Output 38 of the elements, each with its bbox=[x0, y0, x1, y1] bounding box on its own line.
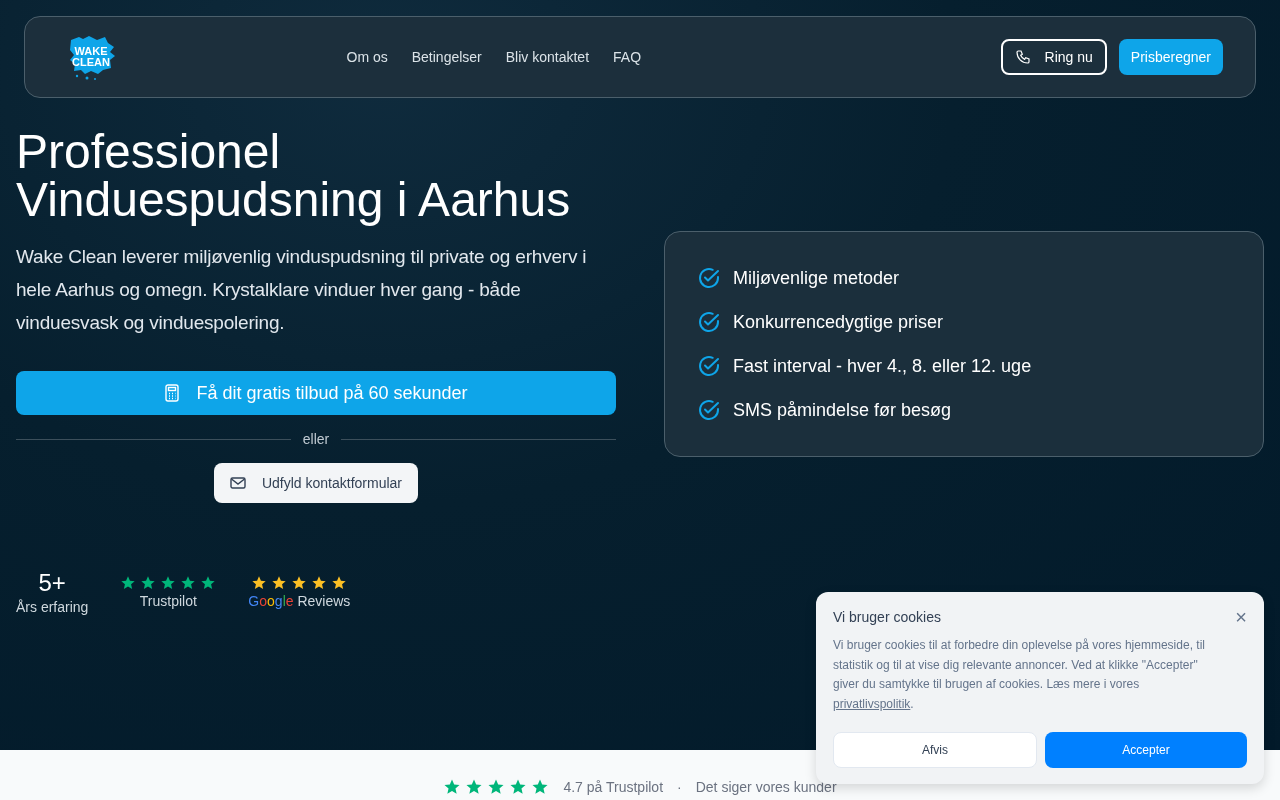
star-icon bbox=[531, 778, 550, 796]
feature-text: Fast interval - hver 4., 8. eller 12. uge bbox=[733, 355, 1032, 377]
accept-button[interactable]: Accepter bbox=[1045, 732, 1247, 768]
hero-description: Wake Clean leverer miljøvenlig vinduspudsning til private og erhverv i hele Aarhus og omegn. Krystalklare vinduer hver gang - både vinduesvask og vinduespolering. bbox=[16, 245, 588, 335]
cookie-title: Vi bruger cookies bbox=[833, 609, 941, 625]
star-icon bbox=[465, 778, 484, 796]
hero-title: Professionel Vinduespudsning i Aarhus bbox=[16, 128, 572, 224]
mail-icon bbox=[229, 476, 246, 490]
close-button[interactable]: × bbox=[1235, 608, 1247, 626]
google-wordmark: Google bbox=[248, 593, 294, 609]
call-button[interactable]: Ring nu bbox=[1000, 39, 1107, 75]
calculator-icon bbox=[164, 384, 181, 402]
rating-source: Trustpilot bbox=[139, 593, 197, 609]
separator: · bbox=[677, 779, 682, 795]
phone-icon bbox=[1014, 49, 1031, 65]
check-circle-icon bbox=[697, 398, 721, 422]
star-icon bbox=[443, 778, 462, 796]
check-circle-icon bbox=[697, 354, 721, 378]
stat-value: 5+ bbox=[38, 569, 66, 597]
nav-link[interactable]: Om os bbox=[346, 49, 388, 65]
stat-label: Års erfaring bbox=[16, 599, 89, 615]
rating-source: Reviews bbox=[297, 593, 351, 609]
nav-link[interactable]: Betingelser bbox=[411, 49, 482, 65]
nav-link[interactable]: Bliv kontaktet bbox=[505, 49, 590, 65]
feature-text: Miljøvenlige metoder bbox=[733, 267, 900, 289]
star-icon bbox=[487, 778, 506, 796]
feature-text: SMS påmindelse før besøg bbox=[733, 399, 952, 421]
cookie-text: Vi bruger cookies til at forbedre din oplevelse på vores hjemmeside, til statistik og til at vise dig relevante annoncer. Ved at klikke "Accepter" giver du samtykke til brugen af cookies. Læs mere i vores privatlivspolitik. bbox=[833, 637, 1206, 714]
rating-text: 4.7 på Trustpilot bbox=[563, 779, 664, 795]
tagline: Det siger vores kunder bbox=[695, 779, 837, 795]
divider-label: eller bbox=[302, 431, 330, 447]
contact-form-button[interactable]: Udfyld kontaktformular bbox=[213, 463, 419, 503]
check-circle-icon bbox=[697, 266, 721, 290]
check-circle-icon bbox=[697, 310, 721, 334]
nav-link[interactable]: FAQ bbox=[613, 49, 642, 65]
feature-text: Konkurrencedygtige priser bbox=[733, 311, 944, 333]
reject-button[interactable]: Afvis bbox=[833, 732, 1037, 768]
star-icon bbox=[509, 778, 528, 796]
